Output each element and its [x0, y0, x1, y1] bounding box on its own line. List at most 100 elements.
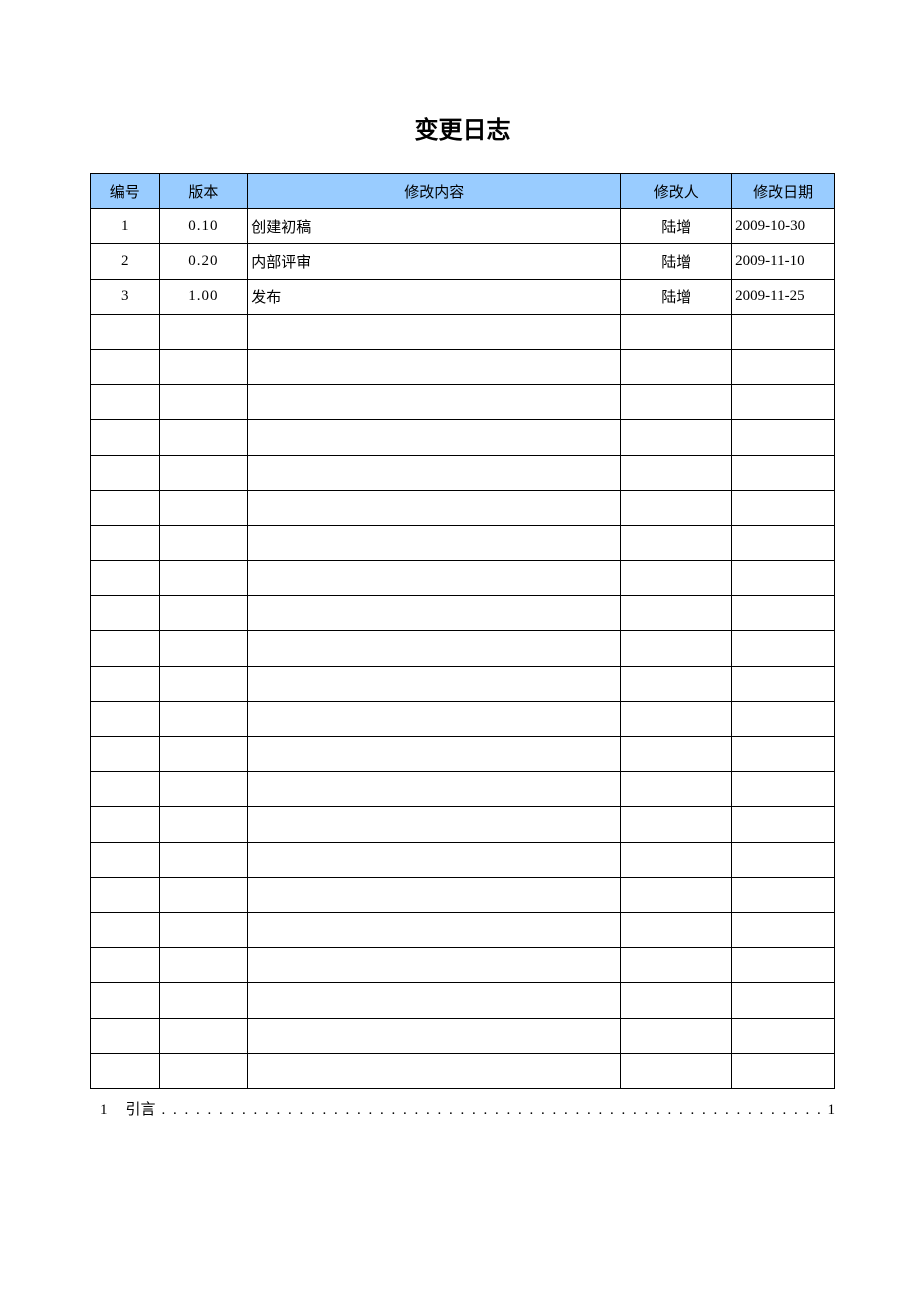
cell-content [248, 948, 621, 983]
cell-content [248, 631, 621, 666]
table-row [91, 455, 835, 490]
cell-version [159, 912, 248, 947]
cell-date [732, 948, 835, 983]
cell-content [248, 420, 621, 455]
cell-content [248, 912, 621, 947]
cell-version [159, 420, 248, 455]
cell-version: 1.00 [159, 279, 248, 314]
cell-content [248, 807, 621, 842]
cell-version [159, 490, 248, 525]
cell-date [732, 1053, 835, 1088]
cell-id [91, 631, 160, 666]
cell-version [159, 807, 248, 842]
cell-content [248, 1018, 621, 1053]
cell-id [91, 807, 160, 842]
cell-date [732, 842, 835, 877]
cell-date [732, 455, 835, 490]
cell-id [91, 842, 160, 877]
cell-date [732, 490, 835, 525]
cell-version [159, 596, 248, 631]
cell-author [621, 666, 732, 701]
table-row [91, 877, 835, 912]
cell-version [159, 877, 248, 912]
cell-version [159, 525, 248, 560]
cell-author [621, 349, 732, 384]
cell-date [732, 701, 835, 736]
header-author: 修改人 [621, 174, 732, 209]
table-row [91, 490, 835, 525]
cell-version [159, 842, 248, 877]
cell-id [91, 349, 160, 384]
cell-version [159, 701, 248, 736]
cell-date [732, 420, 835, 455]
cell-date [732, 772, 835, 807]
cell-date [732, 385, 835, 420]
cell-id [91, 772, 160, 807]
cell-id [91, 596, 160, 631]
table-row [91, 525, 835, 560]
cell-version [159, 666, 248, 701]
cell-author: 陆增 [621, 244, 732, 279]
cell-version [159, 631, 248, 666]
cell-id [91, 420, 160, 455]
cell-author [621, 385, 732, 420]
cell-version [159, 385, 248, 420]
cell-version: 0.20 [159, 244, 248, 279]
cell-date [732, 737, 835, 772]
page-title: 变更日志 [90, 110, 835, 145]
toc-entry: 1 引言 . . . . . . . . . . . . . . . . . .… [90, 1098, 835, 1119]
cell-version: 0.10 [159, 209, 248, 244]
cell-content [248, 842, 621, 877]
cell-author [621, 561, 732, 596]
table-row [91, 737, 835, 772]
cell-id: 3 [91, 279, 160, 314]
cell-author [621, 1018, 732, 1053]
cell-date [732, 314, 835, 349]
cell-date [732, 912, 835, 947]
cell-content: 创建初稿 [248, 209, 621, 244]
table-row [91, 842, 835, 877]
cell-date [732, 877, 835, 912]
cell-date [732, 666, 835, 701]
toc-dots: . . . . . . . . . . . . . . . . . . . . … [162, 1102, 822, 1119]
cell-id [91, 561, 160, 596]
cell-id [91, 490, 160, 525]
cell-author [621, 912, 732, 947]
cell-content [248, 561, 621, 596]
cell-author [621, 701, 732, 736]
cell-content [248, 490, 621, 525]
cell-id [91, 1018, 160, 1053]
table-row [91, 772, 835, 807]
table-row [91, 1053, 835, 1088]
cell-id [91, 1053, 160, 1088]
table-row [91, 349, 835, 384]
cell-version [159, 561, 248, 596]
cell-date: 2009-11-10 [732, 244, 835, 279]
cell-version [159, 1018, 248, 1053]
cell-content [248, 385, 621, 420]
cell-date [732, 983, 835, 1018]
cell-content [248, 983, 621, 1018]
cell-author [621, 737, 732, 772]
cell-date [732, 1018, 835, 1053]
cell-id [91, 948, 160, 983]
cell-author [621, 842, 732, 877]
table-row [91, 701, 835, 736]
cell-id: 2 [91, 244, 160, 279]
cell-version [159, 314, 248, 349]
cell-content [248, 1053, 621, 1088]
cell-date [732, 807, 835, 842]
cell-content [248, 525, 621, 560]
header-date: 修改日期 [732, 174, 835, 209]
cell-content [248, 737, 621, 772]
table-row [91, 948, 835, 983]
table-row [91, 631, 835, 666]
changelog-table: 编号 版本 修改内容 修改人 修改日期 10.10创建初稿陆增2009-10-3… [90, 173, 835, 1089]
cell-version [159, 349, 248, 384]
cell-author [621, 807, 732, 842]
cell-content [248, 455, 621, 490]
cell-content: 内部评审 [248, 244, 621, 279]
cell-content [248, 877, 621, 912]
cell-date [732, 561, 835, 596]
table-row [91, 561, 835, 596]
